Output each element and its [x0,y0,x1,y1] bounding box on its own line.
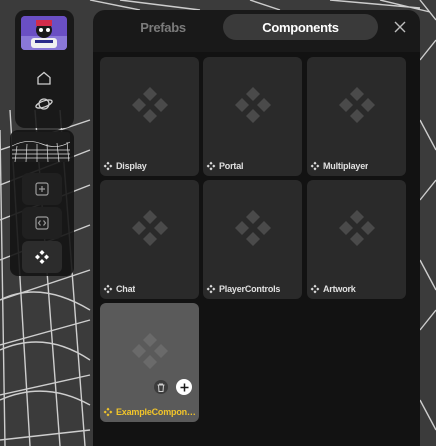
add-component-button[interactable] [176,379,192,395]
tab-bar: Prefabs Components [93,10,420,44]
delete-button[interactable] [154,380,168,394]
tab-components[interactable]: Components [223,14,378,40]
plus-icon [180,383,188,391]
component-label: Portal [219,161,244,171]
tab-prefabs[interactable]: Prefabs [103,14,223,40]
component-icon [310,161,320,171]
components-icon [35,250,49,264]
home-icon [37,71,51,85]
scene-preview[interactable] [12,132,70,162]
components-icon [339,210,375,246]
plus-square-icon [35,182,49,196]
component-card-chat[interactable]: Chat [100,180,199,299]
component-label: ExampleCompone... [116,407,196,417]
home-button[interactable] [30,64,58,92]
code-icon [35,216,49,230]
close-icon [394,21,406,33]
trash-icon [157,383,165,392]
component-label: Chat [116,284,136,294]
component-icon [103,407,113,417]
component-card-multiplayer[interactable]: Multiplayer [307,57,406,176]
components-icon [132,210,168,246]
components-icon [339,87,375,123]
components-icon [132,87,168,123]
component-card-examplecomponent[interactable]: ExampleCompone... [100,303,199,422]
components-icon [132,333,168,369]
component-label: PlayerControls [219,284,281,294]
component-card-playercontrols[interactable]: PlayerControls [203,180,302,299]
main-toolbar [15,10,74,128]
planet-button[interactable] [30,90,58,118]
close-button[interactable] [391,18,409,36]
avatar[interactable] [21,16,67,50]
component-icon [103,161,113,171]
components-icon [235,210,271,246]
components-button[interactable] [22,241,62,273]
component-label: Display [116,161,147,171]
components-grid: Display Portal Multiplayer Chat PlayerCo… [93,52,420,446]
components-panel: Prefabs Components Display Portal Multip… [93,10,420,446]
component-label: Multiplayer [323,161,369,171]
components-icon [235,87,271,123]
code-button[interactable] [22,207,62,239]
component-icon [206,284,216,294]
component-card-display[interactable]: Display [100,57,199,176]
component-icon [310,284,320,294]
component-label: Artwork [323,284,356,294]
add-object-button[interactable] [22,173,62,205]
planet-icon [35,98,53,110]
editor-toolbar [10,130,74,276]
component-icon [103,284,113,294]
component-icon [206,161,216,171]
component-card-artwork[interactable]: Artwork [307,180,406,299]
component-card-portal[interactable]: Portal [203,57,302,176]
